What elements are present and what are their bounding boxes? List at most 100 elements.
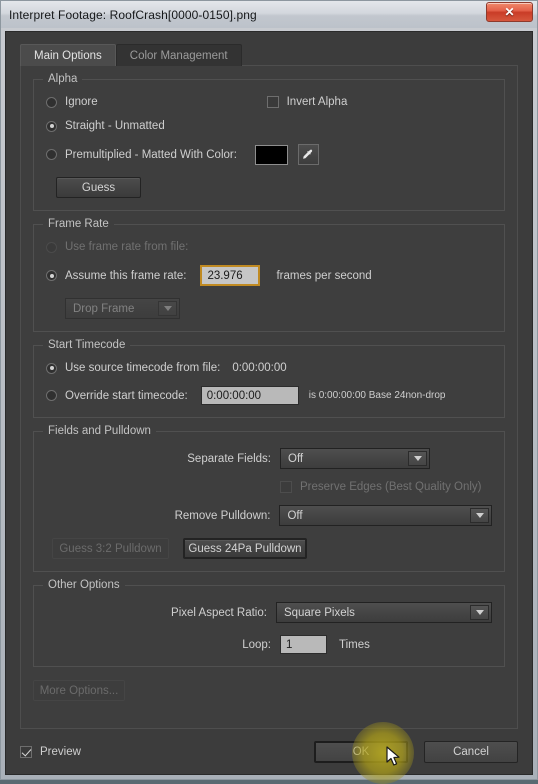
separate-fields-label: Separate Fields: xyxy=(187,452,271,465)
separate-fields-select[interactable]: Off xyxy=(280,448,430,469)
guess-32-pulldown-button: Guess 3:2 Pulldown xyxy=(52,538,169,559)
loop-label: Loop: xyxy=(242,638,271,651)
separate-fields-row: Separate Fields: Off xyxy=(46,448,492,469)
remove-pulldown-select[interactable]: Off xyxy=(279,505,492,526)
checkbox-invert-alpha[interactable] xyxy=(266,96,279,108)
remove-pulldown-row: Remove Pulldown: Off xyxy=(46,505,492,526)
separate-fields-value: Off xyxy=(288,452,304,465)
frame-rate-group: Frame Rate Use frame rate from file: Ass… xyxy=(33,218,505,332)
drop-frame-row: Drop Frame xyxy=(46,298,492,319)
assume-frame-rate-row: Assume this frame rate: 23.976 frames pe… xyxy=(46,265,492,286)
cancel-button-label: Cancel xyxy=(453,746,489,758)
loop-row: Loop: 1 Times xyxy=(46,635,492,654)
invert-alpha-label: Invert Alpha xyxy=(286,96,348,108)
alpha-premultiplied-label: Premultiplied - Matted With Color: xyxy=(65,148,237,161)
radio-alpha-ignore[interactable] xyxy=(46,96,57,108)
start-timecode-group: Start Timecode Use source timecode from … xyxy=(33,339,505,418)
fps-label: frames per second xyxy=(276,269,372,282)
guess-24pa-pulldown-button[interactable]: Guess 24Pa Pulldown xyxy=(183,538,307,559)
frame-rate-input[interactable]: 23.976 xyxy=(200,265,261,286)
alpha-straight-row: Straight - Unmatted xyxy=(46,120,492,132)
checkbox-preview[interactable] xyxy=(20,746,32,758)
radio-override-start-timecode[interactable] xyxy=(46,390,57,401)
pixel-aspect-ratio-row: Pixel Aspect Ratio: Square Pixels xyxy=(46,602,492,623)
preserve-edges-row: Preserve Edges (Best Quality Only) xyxy=(46,481,492,493)
loop-input[interactable]: 1 xyxy=(280,635,327,654)
guess-32-pulldown-label: Guess 3:2 Pulldown xyxy=(59,542,162,555)
drop-frame-select: Drop Frame xyxy=(65,298,180,319)
preserve-edges-label: Preserve Edges (Best Quality Only) xyxy=(300,481,482,493)
guess-24pa-pulldown-label: Guess 24Pa Pulldown xyxy=(188,542,302,555)
source-timecode-value: 0:00:00:00 xyxy=(232,362,287,374)
use-frame-rate-from-file-row: Use frame rate from file: xyxy=(46,241,492,253)
window-title: Interpret Footage: RoofCrash[0000-0150].… xyxy=(9,7,257,22)
pixel-aspect-ratio-label: Pixel Aspect Ratio: xyxy=(171,606,267,619)
radio-use-source-timecode[interactable] xyxy=(46,362,57,374)
timecode-info-text: is 0:00:00:00 Base 24non-drop xyxy=(308,390,446,401)
frame-rate-value: 23.976 xyxy=(207,269,243,282)
fields-pulldown-group: Fields and Pulldown Separate Fields: Off… xyxy=(33,425,505,572)
dialog-footer: Preview OK Cancel xyxy=(20,722,518,784)
times-label: Times xyxy=(339,638,370,651)
alpha-premultiplied-row: Premultiplied - Matted With Color: xyxy=(46,144,492,165)
remove-pulldown-label: Remove Pulldown: xyxy=(174,509,271,522)
interpret-footage-window: Interpret Footage: RoofCrash[0000-0150].… xyxy=(0,0,538,784)
use-source-timecode-row: Use source timecode from file: 0:00:00:0… xyxy=(46,362,492,374)
more-options-row: More Options... xyxy=(33,680,505,701)
drop-frame-value: Drop Frame xyxy=(73,302,135,315)
pixel-aspect-ratio-value: Square Pixels xyxy=(283,606,355,619)
chevron-down-icon xyxy=(408,451,427,466)
radio-use-frame-rate-from-file xyxy=(46,241,57,253)
more-options-button: More Options... xyxy=(33,680,125,701)
override-timecode-input[interactable]: 0:00:00:00 xyxy=(200,386,299,405)
chevron-down-icon xyxy=(470,605,489,620)
chevron-down-icon xyxy=(158,301,177,316)
eyedropper-glyph xyxy=(303,149,313,159)
override-start-timecode-label: Override start timecode: xyxy=(65,389,188,402)
remove-pulldown-value: Off xyxy=(287,509,303,522)
use-frame-rate-from-file-label: Use frame rate from file: xyxy=(65,241,189,253)
alpha-straight-label: Straight - Unmatted xyxy=(65,120,165,132)
alpha-group-legend: Alpha xyxy=(43,73,83,85)
start-timecode-group-legend: Start Timecode xyxy=(43,339,131,351)
ok-button-label: OK xyxy=(352,746,370,758)
tab-content-main-options: Alpha Ignore Invert Alpha Straight - Unm… xyxy=(20,65,518,729)
eyedropper-icon[interactable] xyxy=(297,144,319,165)
ok-button[interactable]: OK xyxy=(314,741,408,763)
alpha-guess-row: Guess xyxy=(46,177,492,198)
radio-alpha-premultiplied[interactable] xyxy=(46,149,57,160)
assume-frame-rate-label: Assume this frame rate: xyxy=(65,269,187,282)
matte-color-swatch[interactable] xyxy=(254,144,288,165)
override-start-timecode-row: Override start timecode: 0:00:00:00 is 0… xyxy=(46,386,492,405)
other-options-group: Other Options Pixel Aspect Ratio: Square… xyxy=(33,579,505,667)
tab-main-options[interactable]: Main Options xyxy=(20,44,116,66)
override-timecode-value: 0:00:00:00 xyxy=(206,389,262,402)
guess-button-label: Guess xyxy=(81,181,116,194)
chevron-down-icon xyxy=(470,508,489,523)
close-button[interactable]: ✕ xyxy=(486,2,533,22)
loop-value: 1 xyxy=(286,638,293,651)
title-bar: Interpret Footage: RoofCrash[0000-0150].… xyxy=(1,1,537,28)
dialog-panel: Main Options Color Management Alpha Igno… xyxy=(5,31,533,784)
checkbox-preserve-edges xyxy=(280,481,292,493)
tab-color-management-label: Color Management xyxy=(129,49,228,62)
cancel-button[interactable]: Cancel xyxy=(424,741,518,763)
tab-strip: Main Options Color Management xyxy=(20,40,532,66)
alpha-ignore-row: Ignore Invert Alpha xyxy=(46,96,492,108)
radio-alpha-straight[interactable] xyxy=(46,120,57,132)
pixel-aspect-ratio-select[interactable]: Square Pixels xyxy=(275,602,492,623)
preview-label: Preview xyxy=(40,746,81,758)
close-icon: ✕ xyxy=(504,5,515,19)
alpha-ignore-label: Ignore xyxy=(65,96,98,108)
fields-pulldown-group-legend: Fields and Pulldown xyxy=(43,425,156,437)
guess-button[interactable]: Guess xyxy=(56,177,141,198)
tab-color-management[interactable]: Color Management xyxy=(115,44,242,66)
pulldown-buttons-row: Guess 3:2 Pulldown Guess 24Pa Pulldown xyxy=(46,538,492,559)
other-options-group-legend: Other Options xyxy=(43,579,125,591)
more-options-label: More Options... xyxy=(39,684,119,697)
alpha-group: Alpha Ignore Invert Alpha Straight - Unm… xyxy=(33,73,505,211)
frame-rate-group-legend: Frame Rate xyxy=(43,218,114,230)
use-source-timecode-label: Use source timecode from file: xyxy=(65,362,221,374)
tab-main-options-label: Main Options xyxy=(34,49,102,62)
radio-assume-frame-rate[interactable] xyxy=(46,270,57,281)
